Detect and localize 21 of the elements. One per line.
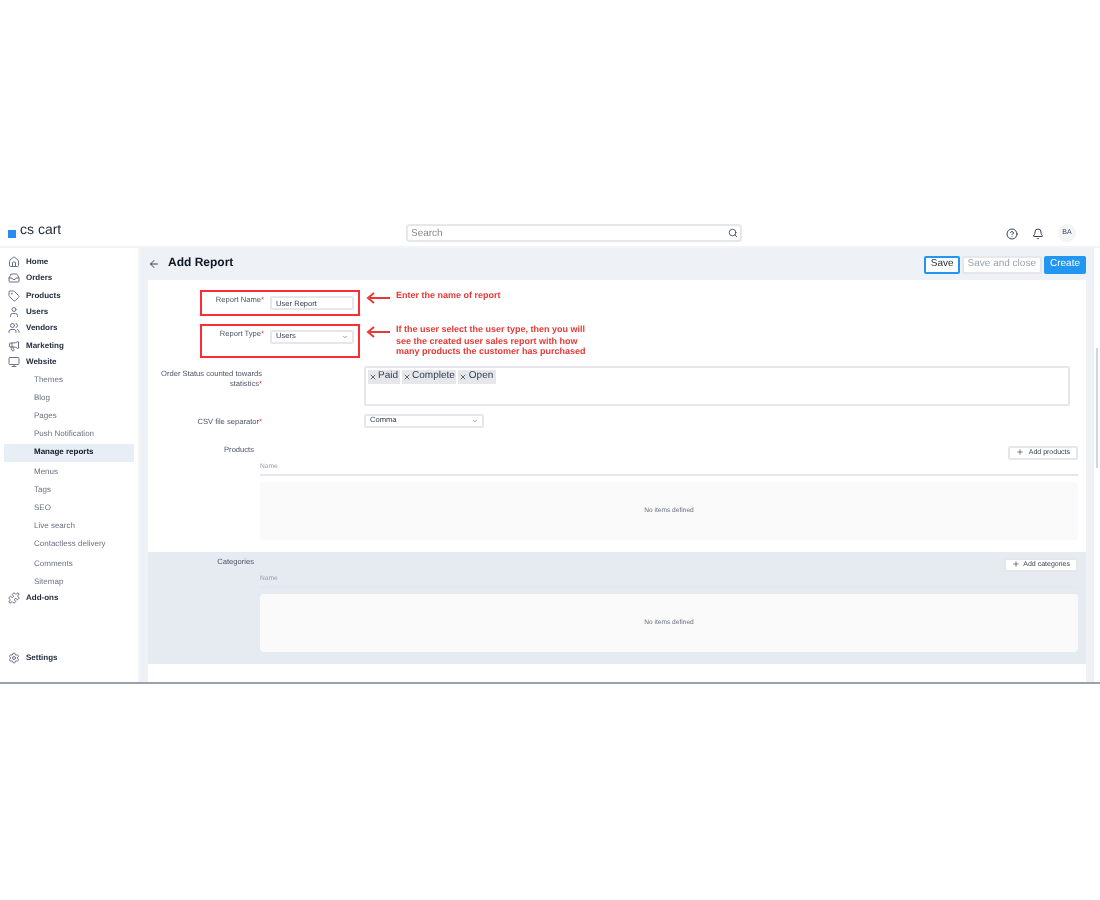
search-icon[interactable] [727, 228, 737, 238]
plus-icon [1016, 448, 1025, 457]
settings-icon [8, 652, 20, 664]
arrow-icon [366, 326, 390, 338]
users-icon [8, 322, 20, 335]
close-icon[interactable] [404, 373, 411, 380]
help-icon[interactable] [1006, 227, 1018, 239]
close-icon[interactable] [370, 373, 376, 380]
back-arrow-icon[interactable] [148, 258, 160, 270]
tag-icon [8, 289, 20, 302]
inbox-icon [8, 272, 20, 285]
megaphone-icon [8, 339, 20, 352]
user-icon [8, 306, 20, 319]
bell-icon[interactable] [1032, 227, 1044, 239]
puzzle-icon [8, 592, 20, 605]
monitor-icon [8, 355, 20, 368]
home-icon [8, 256, 20, 269]
plus-icon [1011, 560, 1020, 569]
logo-icon [8, 229, 16, 237]
close-icon[interactable] [460, 373, 467, 380]
arrow-icon [366, 292, 390, 304]
